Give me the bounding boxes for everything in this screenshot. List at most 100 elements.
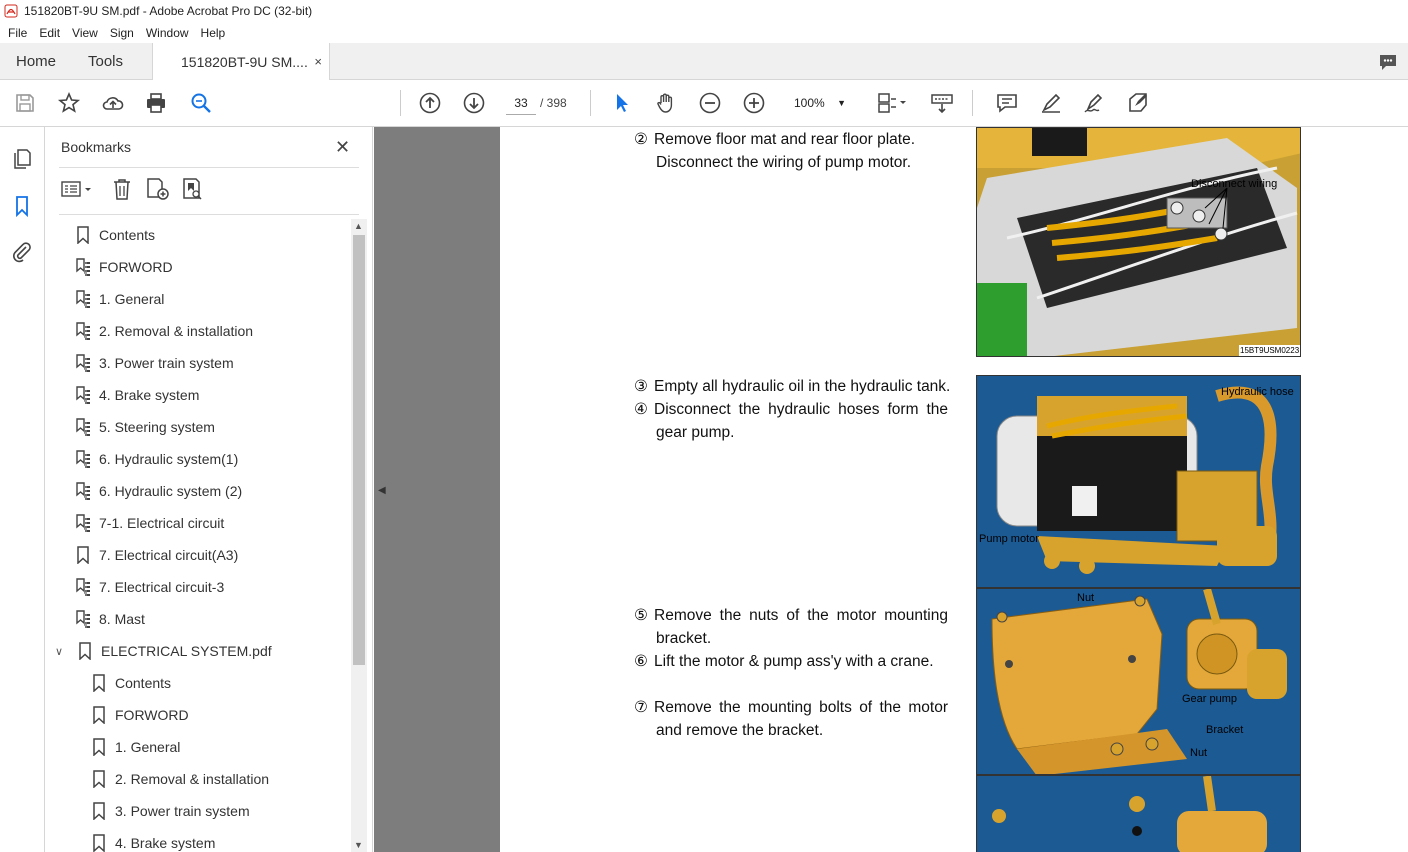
menu-bar: File Edit View Sign Window Help bbox=[0, 22, 1408, 43]
bookmark-tree-icon bbox=[75, 354, 91, 372]
new-bookmark-icon[interactable] bbox=[145, 177, 171, 201]
step-6: ⑥ Lift the motor & pump ass'y with a cran… bbox=[634, 653, 934, 670]
bookmark-item[interactable]: 3. Power train system bbox=[91, 795, 250, 827]
comment-icon[interactable] bbox=[994, 90, 1020, 116]
tab-tools[interactable]: Tools bbox=[88, 43, 123, 80]
bookmark-item[interactable]: 4. Brake system bbox=[75, 379, 199, 411]
bookmark-tree-icon bbox=[75, 258, 91, 276]
page-gutter bbox=[374, 127, 500, 852]
zoom-in-icon[interactable] bbox=[741, 90, 767, 116]
bookmark-item[interactable]: Contents bbox=[91, 667, 171, 699]
menu-sign[interactable]: Sign bbox=[104, 26, 140, 40]
menu-edit[interactable]: Edit bbox=[33, 26, 66, 40]
bookmark-tree-icon bbox=[75, 482, 91, 500]
navigation-rail bbox=[0, 127, 45, 852]
bookmark-item[interactable]: FORWORD bbox=[75, 251, 173, 283]
draw-sign-icon[interactable] bbox=[1081, 90, 1107, 116]
bookmark-icon bbox=[91, 802, 107, 820]
bookmark-item[interactable]: 5. Steering system bbox=[75, 411, 215, 443]
print-icon[interactable] bbox=[143, 90, 169, 116]
upload-cloud-icon[interactable] bbox=[100, 90, 126, 116]
scrollbar-thumb[interactable] bbox=[353, 235, 365, 665]
bookmark-item[interactable]: 3. Power train system bbox=[75, 347, 234, 379]
bookmark-search-icon[interactable] bbox=[181, 177, 205, 201]
page-number-input[interactable]: 33 bbox=[506, 91, 536, 115]
search-zoom-icon[interactable] bbox=[188, 90, 214, 116]
zoom-out-icon[interactable] bbox=[697, 90, 723, 116]
scroll-down-icon[interactable]: ▼ bbox=[354, 840, 363, 850]
bookmark-icon bbox=[91, 770, 107, 788]
bookmark-item[interactable]: 1. General bbox=[91, 731, 180, 763]
chevron-down-icon[interactable]: ∨ bbox=[55, 645, 71, 658]
step-5: ⑤ Remove the nuts of the motor mounting b… bbox=[634, 607, 948, 647]
bookmark-item[interactable]: 7. Electrical circuit-3 bbox=[75, 571, 224, 603]
bookmark-item[interactable]: FORWORD bbox=[91, 699, 189, 731]
bookmark-item[interactable]: 7-1. Electrical circuit bbox=[75, 507, 224, 539]
comment-bubble-icon[interactable] bbox=[1378, 52, 1398, 72]
figure-pump-motor-wiring: Disconnect wiring 15BT9USM0223 bbox=[976, 127, 1301, 357]
window-title: 151820BT-9U SM.pdf - Adobe Acrobat Pro D… bbox=[24, 4, 313, 18]
previous-page-icon[interactable] bbox=[417, 90, 443, 116]
bookmark-label: Contents bbox=[99, 227, 156, 243]
toolbar-divider bbox=[972, 90, 973, 116]
bookmark-item[interactable]: 2. Removal & installation bbox=[91, 763, 269, 795]
bookmark-item[interactable]: 1. General bbox=[75, 283, 164, 315]
bookmark-label: 3. Power train system bbox=[115, 803, 250, 819]
bookmark-label: 6. Hydraulic system (2) bbox=[99, 483, 243, 499]
bookmarks-title: Bookmarks bbox=[61, 139, 132, 155]
highlight-pen-icon[interactable] bbox=[1038, 90, 1064, 116]
document-viewport[interactable]: ◀ ② Remove floor mat and rear floor plate… bbox=[374, 127, 1408, 852]
bookmark-icon bbox=[91, 706, 107, 724]
bookmark-item[interactable]: 6. Hydraulic system (2) bbox=[75, 475, 242, 507]
bookmark-label: FORWORD bbox=[115, 707, 189, 723]
menu-view[interactable]: View bbox=[66, 26, 104, 40]
close-panel-icon[interactable]: ✕ bbox=[335, 137, 350, 158]
save-icon[interactable] bbox=[12, 90, 38, 116]
close-tab-icon[interactable]: × bbox=[314, 54, 322, 69]
zoom-select[interactable]: 100% ▼ bbox=[786, 91, 852, 115]
star-icon[interactable] bbox=[56, 90, 82, 116]
select-cursor-icon[interactable] bbox=[609, 90, 635, 116]
delete-trash-icon[interactable] bbox=[111, 177, 133, 201]
toolbar-divider bbox=[400, 90, 401, 116]
page-fit-icon[interactable] bbox=[874, 90, 910, 116]
bookmark-item[interactable]: 7. Electrical circuit(A3) bbox=[75, 539, 238, 571]
menu-window[interactable]: Window bbox=[140, 26, 195, 40]
bookmark-label: 7. Electrical circuit-3 bbox=[99, 579, 225, 595]
bookmark-item[interactable]: 4. Brake system bbox=[91, 827, 215, 852]
keyboard-scroll-icon[interactable] bbox=[929, 90, 955, 116]
attachments-paperclip-icon[interactable] bbox=[10, 240, 34, 264]
bookmark-tree-icon bbox=[75, 578, 91, 596]
acrobat-logo-icon bbox=[4, 4, 18, 18]
bookmark-item[interactable]: 6. Hydraulic system(1) bbox=[75, 443, 238, 475]
page-thumbnails-icon[interactable] bbox=[10, 147, 34, 171]
fill-sign-icon[interactable] bbox=[1125, 90, 1151, 116]
toolbar-divider bbox=[590, 90, 591, 116]
hand-tool-icon[interactable] bbox=[653, 90, 679, 116]
bookmark-tree-icon bbox=[75, 418, 91, 436]
bookmark-tree-icon bbox=[75, 322, 91, 340]
tab-bar: Home Tools 151820BT-9U SM.... × bbox=[0, 43, 1408, 80]
bookmark-item[interactable]: Contents bbox=[75, 219, 155, 251]
divider bbox=[59, 167, 359, 168]
figure-label-hydraulic-hose: Hydraulic hose bbox=[1221, 386, 1294, 398]
bookmark-item[interactable]: 8. Mast bbox=[75, 603, 145, 635]
bookmark-icon bbox=[75, 226, 91, 244]
next-page-icon[interactable] bbox=[461, 90, 487, 116]
menu-file[interactable]: File bbox=[0, 26, 33, 40]
tab-home[interactable]: Home bbox=[16, 43, 56, 80]
step-7: ⑦ Remove the mounting bolts of the motor … bbox=[634, 699, 948, 739]
collapse-panel-icon[interactable]: ◀ bbox=[378, 485, 386, 496]
tab-document[interactable]: 151820BT-9U SM.... × bbox=[152, 43, 330, 80]
bookmark-options-icon[interactable] bbox=[61, 179, 95, 199]
scroll-up-icon[interactable]: ▲ bbox=[354, 221, 363, 231]
bookmarks-panel-icon[interactable] bbox=[10, 194, 34, 218]
bookmark-item[interactable]: ∨ ELECTRICAL SYSTEM.pdf bbox=[55, 635, 272, 667]
bookmark-label: 2. Removal & installation bbox=[115, 771, 270, 787]
bookmark-label: 4. Brake system bbox=[115, 835, 216, 851]
bookmark-tree-icon bbox=[75, 610, 91, 628]
bookmarks-scrollbar[interactable]: ▲ ▼ bbox=[351, 219, 367, 852]
figure-motor-bracket: Nut Gear pump Bracket Nut bbox=[976, 588, 1301, 775]
bookmark-item[interactable]: 2. Removal & installation bbox=[75, 315, 253, 347]
menu-help[interactable]: Help bbox=[195, 26, 232, 40]
